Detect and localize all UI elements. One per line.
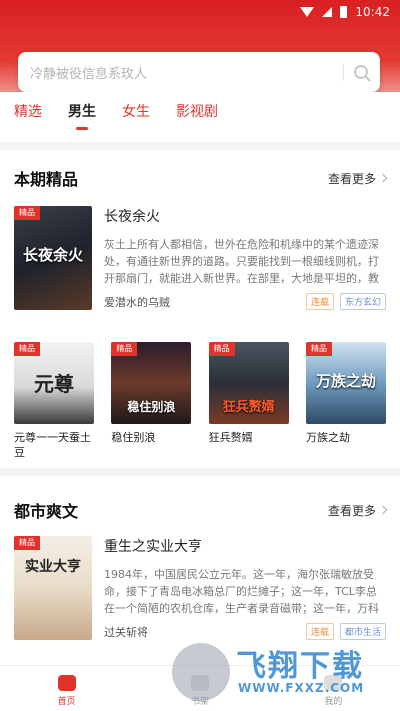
status-bar: 10:42 [300,0,390,24]
watermark-logo-icon [172,643,230,701]
status-tag: 连载 [305,293,334,310]
book-description: 灰土上所有人都相信，世外在危险和机缘中的某个遗迹深处，有通往新世界的道路。只要能… [104,238,379,285]
signal-icon [322,7,333,17]
cover-title: 稳住别浪 [127,400,176,414]
cover-ribbon: 精品 [14,342,40,356]
grid-book[interactable]: 精品 狂兵赘婿 狂兵赘婿 [208,342,289,460]
cover-title: 实业大亨 [25,559,81,575]
chevron-right-icon [378,173,388,183]
book-info: 长夜余火 灰土上所有人都相信，世外在危险和机缘中的某个遗迹深处，有通往新世界的道… [104,206,386,310]
home-icon [57,675,76,691]
book-name[interactable]: 狂兵赘婿 [209,430,289,445]
see-more-label[interactable]: 查看更多 [328,502,376,519]
section-title: 本期精品 [14,170,79,189]
book-cover[interactable]: 精品 万族之劫 [305,342,386,424]
search-icon[interactable] [354,65,368,79]
book-author: 爱潜水的乌贼 [104,295,170,309]
section-divider [0,468,400,476]
see-more-label[interactable]: 查看更多 [328,170,376,187]
section-header-urban: 都市爽文 查看更多 [14,498,388,522]
book-name[interactable]: 元尊一一天蚕土豆 [14,430,94,460]
nav-label: 首页 [57,697,76,707]
book-description: 1984年，中国居民公立元年。这一年，海尔张瑞敏放受命，接下了青岛电冰箱总厂的烂… [104,568,379,615]
grid-book[interactable]: 精品 万族之劫 万族之劫 [305,342,386,460]
grid-book[interactable]: 精品 元尊 元尊一一天蚕土豆 [14,342,94,460]
tab-female[interactable]: 女生 [122,102,150,130]
wifi-icon [300,7,315,17]
tab-featured[interactable]: 精选 [14,102,42,130]
status-time: 10:42 [355,5,390,19]
book-cover[interactable]: 精品 长夜余火 [14,206,92,310]
cover-title: 狂兵赘婿 [222,400,275,415]
book-cover[interactable]: 精品 实业大亨 [14,536,92,640]
genre-tag: 东方玄幻 [339,293,386,310]
book-name[interactable]: 稳住别浪 [111,430,191,445]
cover-title: 元尊 [34,372,74,396]
book-title[interactable]: 长夜余火 [104,206,386,226]
cover-title: 长夜余火 [22,246,83,264]
cover-ribbon: 精品 [14,206,40,220]
book-name[interactable]: 万族之劫 [306,430,386,445]
grid-book[interactable]: 精品 稳住别浪 稳住别浪 [111,342,192,460]
cover-ribbon: 精品 [305,342,332,356]
see-more-link[interactable]: 查看更多 [328,170,388,187]
search-placeholder[interactable]: 冷静被役信息系玫人 [30,63,343,82]
search-bar[interactable]: 冷静被役信息系玫人 [18,52,380,92]
watermark-url: WWW.FXXZ.COM [238,681,365,695]
book-cover[interactable]: 精品 狂兵赘婿 [208,342,289,424]
watermark-title: 飞翔下载 [236,649,364,684]
featured-book[interactable]: 精品 实业大亨 重生之实业大亨 1984年，中国居民公立元年。这一年，海尔张瑞敏… [14,536,386,640]
watermark: 飞翔下载 WWW.FXXZ.COM [172,637,392,707]
cover-ribbon: 精品 [208,342,235,356]
section-divider [0,142,400,150]
book-title[interactable]: 重生之实业大亨 [104,536,386,556]
chevron-right-icon [378,505,388,515]
section-title: 都市爽文 [14,502,79,521]
cover-title: 万族之劫 [315,372,376,390]
book-meta: 爱潜水的乌贼 连载 东方玄幻 [104,293,386,310]
search-divider [343,63,344,81]
book-cover[interactable]: 精品 稳住别浪 [111,342,192,424]
book-info: 重生之实业大亨 1984年，中国居民公立元年。这一年，海尔张瑞敏放受命，接下了青… [104,536,386,640]
nav-home[interactable]: 首页 [0,666,133,711]
tab-male[interactable]: 男生 [68,102,96,130]
book-grid: 精品 元尊 元尊一一天蚕土豆 精品 稳住别浪 稳住别浪 精品 狂兵赘婿 狂兵赘婿… [14,342,386,460]
battery-icon [340,6,348,18]
see-more-link[interactable]: 查看更多 [328,502,388,519]
category-tabs: 精选 男生 女生 影视剧 [14,102,218,130]
tab-film-tv[interactable]: 影视剧 [176,102,218,130]
cover-ribbon: 精品 [111,342,138,356]
section-header-premium: 本期精品 查看更多 [14,166,388,190]
book-cover[interactable]: 精品 元尊 [14,342,94,424]
featured-book[interactable]: 精品 长夜余火 长夜余火 灰土上所有人都相信，世外在危险和机缘中的某个遗迹深处，… [14,206,386,310]
cover-ribbon: 精品 [14,536,40,550]
